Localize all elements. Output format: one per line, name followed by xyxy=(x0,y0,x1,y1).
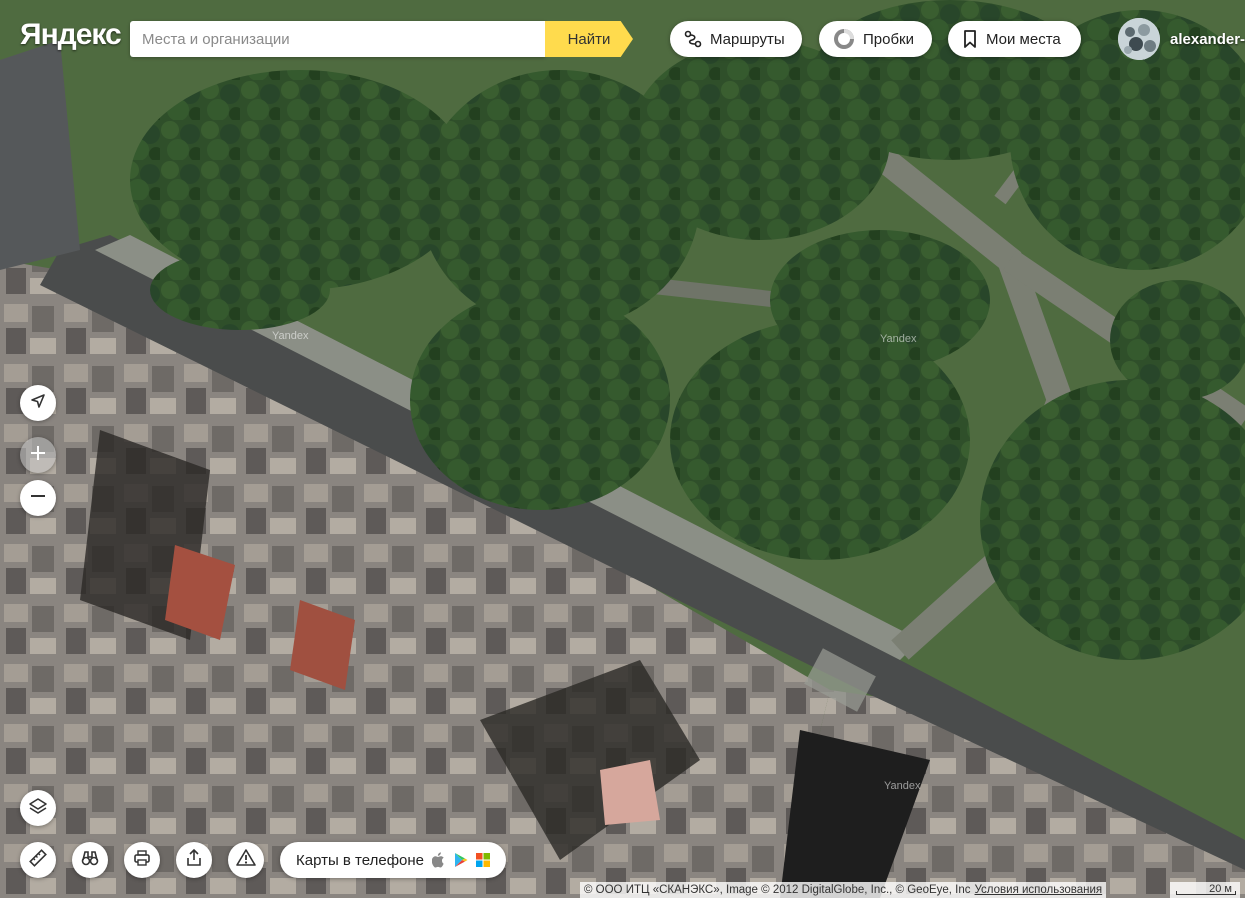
share-icon xyxy=(184,848,204,873)
search-box xyxy=(130,21,549,57)
username[interactable]: alexander-c xyxy=(1170,31,1245,48)
apple-icon[interactable] xyxy=(432,852,446,868)
locate-button[interactable] xyxy=(20,385,56,421)
my-places-button[interactable]: Мои места xyxy=(948,21,1081,57)
user-menu[interactable]: alexander-c xyxy=(1118,18,1245,60)
zoom-in-icon xyxy=(29,444,47,467)
layers-icon xyxy=(28,796,48,821)
map-watermark: Yandex xyxy=(884,780,921,792)
copyright-text: © ООО ИТЦ «СКАНЭКС», Image © 2012 Digita… xyxy=(584,884,971,896)
mobile-apps-promo[interactable]: Карты в телефоне xyxy=(280,842,506,878)
routes-label: Маршруты xyxy=(710,30,785,48)
avatar[interactable] xyxy=(1118,18,1160,60)
scale-label: 20 м xyxy=(1209,883,1232,895)
traffic-icon xyxy=(833,28,855,50)
print-button[interactable] xyxy=(124,842,160,878)
windows-store-icon[interactable] xyxy=(476,853,490,867)
my-places-label: Мои места xyxy=(986,30,1061,48)
print-icon xyxy=(132,848,152,873)
satellite-map[interactable]: Yandex Yandex Yandex xyxy=(0,0,1245,898)
share-button[interactable] xyxy=(176,842,212,878)
copyright-bar: © ООО ИТЦ «СКАНЭКС», Image © 2012 Digita… xyxy=(580,882,1107,898)
routes-button[interactable]: Маршруты xyxy=(670,21,802,57)
panorama-button[interactable] xyxy=(72,842,108,878)
locate-icon xyxy=(29,392,47,415)
warning-icon xyxy=(236,848,256,873)
binoculars-icon xyxy=(80,848,100,873)
terms-link[interactable]: Условия использования xyxy=(975,884,1103,896)
zoom-out-icon xyxy=(29,487,47,510)
yandex-logo[interactable]: Яндекс xyxy=(20,18,122,52)
top-bar: Яндекс Найти Маршруты Пробки Мои места a… xyxy=(0,0,1245,80)
ruler-button[interactable] xyxy=(20,842,56,878)
map-imagery xyxy=(0,0,1245,898)
zoom-in-button[interactable] xyxy=(20,437,56,473)
map-watermark: Yandex xyxy=(880,333,917,345)
traffic-button[interactable]: Пробки xyxy=(819,21,932,57)
ruler-icon xyxy=(28,848,48,873)
google-play-icon[interactable] xyxy=(454,852,468,868)
search-input[interactable] xyxy=(130,21,549,57)
find-button[interactable]: Найти xyxy=(545,21,633,57)
mobile-apps-label: Карты в телефоне xyxy=(296,851,424,869)
report-error-button[interactable] xyxy=(228,842,264,878)
scale-bar: 20 м xyxy=(1170,882,1240,898)
zoom-out-button[interactable] xyxy=(20,480,56,516)
routes-icon xyxy=(684,30,702,48)
map-watermark: Yandex xyxy=(272,330,309,342)
bookmark-icon xyxy=(962,30,978,48)
traffic-label: Пробки xyxy=(863,30,914,48)
layers-button[interactable] xyxy=(20,790,56,826)
